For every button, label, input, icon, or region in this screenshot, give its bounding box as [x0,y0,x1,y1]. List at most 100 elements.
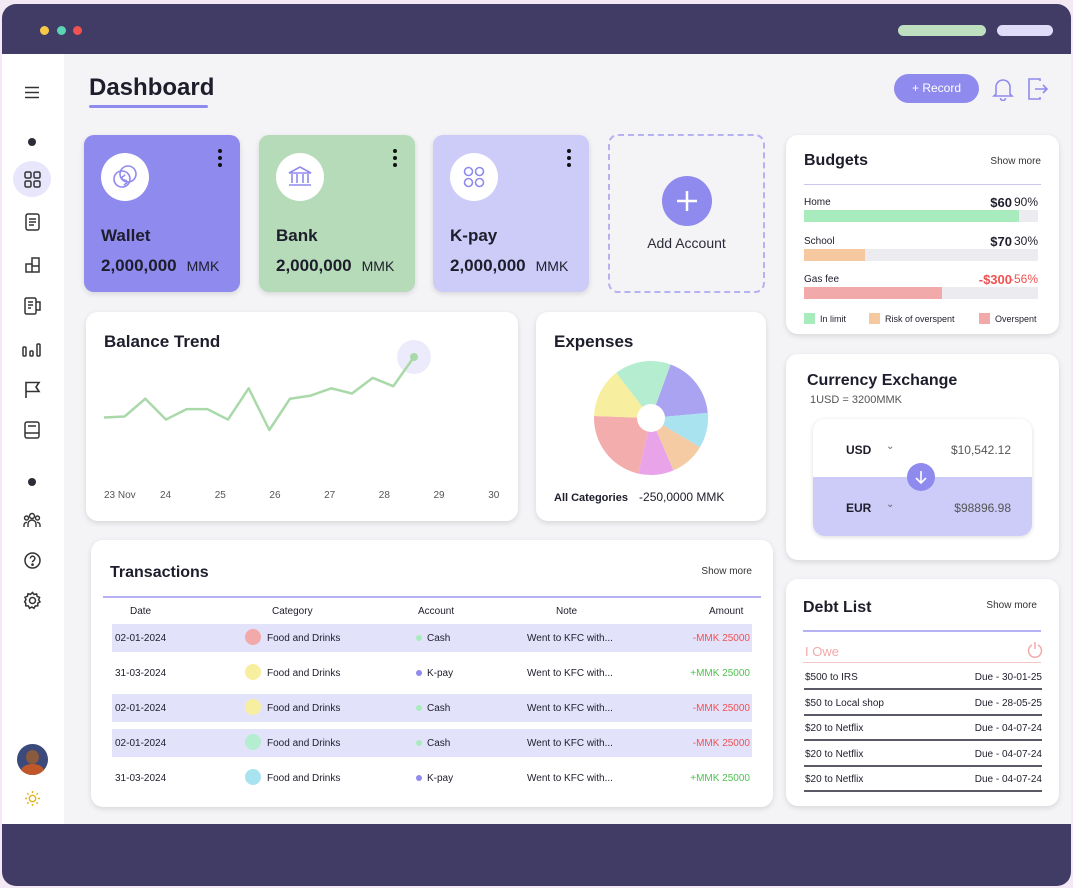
logout-icon[interactable] [1027,77,1049,106]
budget-fill [804,249,865,261]
debt-item[interactable]: $20 to Netflix Due - 04-07-24 [804,770,1042,792]
bell-icon[interactable] [992,77,1014,106]
kebab-menu-icon[interactable] [218,149,222,170]
chevron-down-icon[interactable]: ⌄ [886,441,894,452]
balance-trend-chart [103,340,431,432]
balance-trend-card: Balance Trend 23 Nov 24 25 26 27 28 29 30 [86,312,518,521]
debt-section-label[interactable]: I Owe [805,644,839,659]
budget-label: School [804,236,835,247]
debt-due-date: Due - 30-01-25 [974,672,1042,683]
menu-icon[interactable] [13,74,51,110]
budget-value: $60 [990,195,1012,210]
row-note: Went to KFC with... [527,773,613,784]
trend-point[interactable] [410,353,418,361]
account-card-kpay[interactable]: K-pay 2,000,000 MMK [433,135,589,292]
account-card-bank[interactable]: Bank 2,000,000 MMK [259,135,415,292]
legend-in-limit: In limit [804,313,846,324]
window-maximize-button[interactable] [57,26,66,35]
debt-due-date: Due - 04-07-24 [974,723,1042,734]
row-note: Went to KFC with... [527,703,613,714]
debt-item[interactable]: $500 to IRS Due - 30-01-25 [804,668,1042,690]
account-name: K-pay [450,226,498,245]
table-row[interactable]: 02-01-2024 Food and Drinks Cash Went to KFC… [112,729,752,757]
table-row[interactable]: 02-01-2024 Food and Drinks Cash Went to KFC… [112,624,752,652]
expenses-category-label: All Categories [554,492,628,504]
plus-icon[interactable] [662,176,712,226]
budgets-show-more-link[interactable]: Show more [990,156,1041,167]
table-row[interactable]: 31-03-2024 Food and Drinks K-pay Went to KF… [112,659,752,687]
power-icon[interactable] [1027,641,1043,663]
chart-icon[interactable] [13,332,51,368]
debt-due-date: Due - 04-07-24 [974,774,1042,785]
window-minimize-button[interactable] [40,26,49,35]
avatar[interactable] [17,744,48,775]
chevron-down-icon[interactable]: ⌄ [886,499,894,510]
add-account-card[interactable]: Add Account [608,134,765,293]
debt-show-more-link[interactable]: Show more [986,600,1037,611]
column-header-category[interactable]: Category [272,606,313,617]
users-icon[interactable] [13,502,51,538]
budget-percent: 90% [1013,195,1038,209]
sidebar-section-dot [28,478,36,486]
food-icon [245,769,261,785]
debt-item[interactable]: $50 to Local shop Due - 28-05-25 [804,694,1042,716]
account-card-wallet[interactable]: Wallet 2,000,000 MMK [84,135,240,292]
budgets-card: Budgets Show more Home $60 90% School $7… [786,135,1059,334]
kebab-menu-icon[interactable] [567,149,571,170]
layout-icon[interactable] [13,246,51,282]
bank-icon [276,153,324,201]
account-balance: 2,000,000 MMK [101,256,220,275]
account-dot [416,635,422,641]
transactions-show-more-link[interactable]: Show more [701,566,752,577]
row-category: Food and Drinks [267,703,341,714]
row-date: 31-03-2024 [115,668,167,679]
trend-x-label: 28 [378,490,390,501]
budget-percent: -56% [1009,272,1038,286]
flag-icon[interactable] [13,372,51,408]
account-dot [416,740,422,746]
column-header-account[interactable]: Account [418,606,454,617]
settings-icon[interactable] [13,582,51,618]
column-header-amount[interactable]: Amount [709,606,743,617]
table-row[interactable]: 02-01-2024 Food and Drinks Cash Went to KFC… [112,694,752,722]
page-title: Dashboard [89,74,215,101]
table-row[interactable]: 31-03-2024 Food and Drinks K-pay Went to KF… [112,764,752,792]
help-icon[interactable] [13,542,51,578]
book-icon[interactable] [13,412,51,448]
row-amount: -MMK 25000 [692,703,750,714]
from-currency-select[interactable]: USD [846,443,871,457]
debt-item[interactable]: $20 to Netflix Due - 04-07-24 [804,719,1042,741]
to-amount[interactable]: $98896.98 [954,501,1011,515]
row-account: Cash [427,633,451,644]
document-icon[interactable] [13,204,51,240]
divider [803,630,1041,632]
report-icon[interactable] [13,288,51,324]
to-currency-select[interactable]: EUR [846,501,871,515]
debt-list-title: Debt List [803,599,872,616]
debt-item[interactable]: $20 to Netflix Due - 04-07-24 [804,745,1042,767]
sun-icon[interactable] [13,780,51,816]
account-balance: 2,000,000 MMK [450,256,569,275]
legend-risk: Risk of overspent [869,313,955,324]
row-account: K-pay [427,773,454,784]
titlebar-pill [997,25,1053,36]
from-amount[interactable]: $10,542.12 [951,443,1011,457]
row-note: Went to KFC with... [527,668,613,679]
row-amount: +MMK 25000 [690,668,750,679]
dashboard-icon[interactable] [13,161,51,197]
food-icon [245,699,261,715]
kebab-menu-icon[interactable] [393,149,397,170]
column-header-note[interactable]: Note [556,606,577,617]
budget-progress-bar [804,249,1038,261]
budgets-title: Budgets [804,152,868,169]
row-amount: +MMK 25000 [690,773,750,784]
sidebar [2,54,64,824]
column-header-date[interactable]: Date [130,606,151,617]
expenses-total: -250,0000 MMK [639,490,725,504]
transactions-card: Transactions Show more Date Category Acc… [91,540,773,807]
swap-arrow-icon[interactable] [907,463,935,491]
row-note: Went to KFC with... [527,738,613,749]
window-close-button[interactable] [73,26,82,35]
record-button[interactable]: + Record [894,74,979,103]
budget-percent: 30% [1013,234,1038,248]
